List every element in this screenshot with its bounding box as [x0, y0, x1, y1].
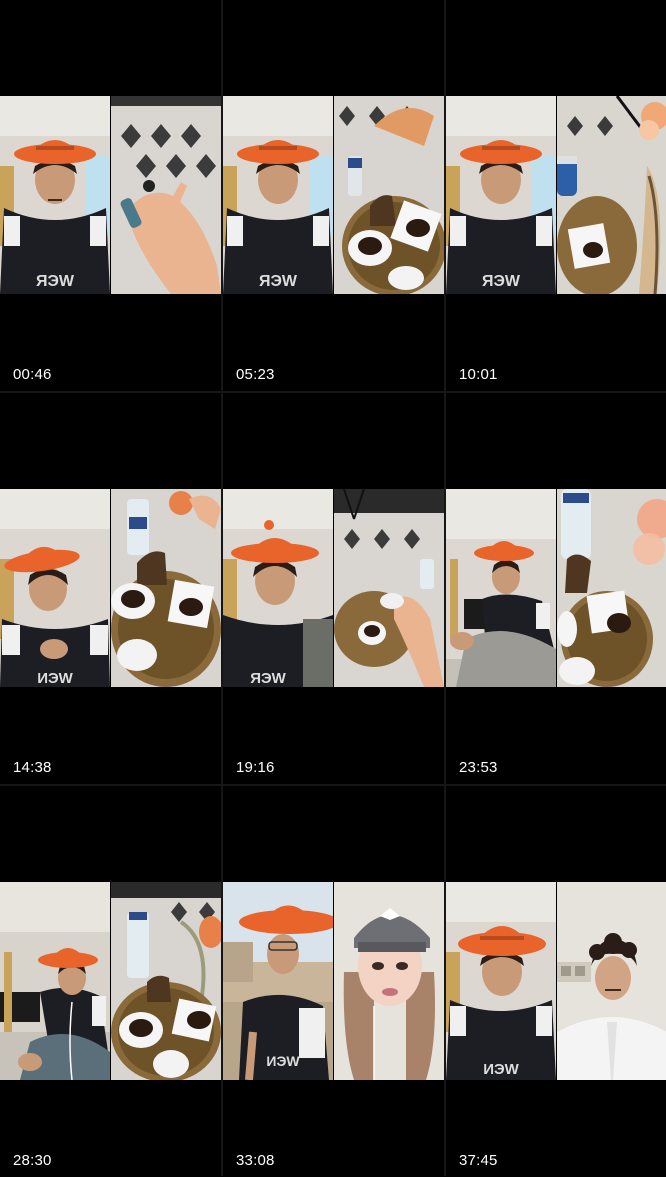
svg-text:ИЭW: ИЭW — [483, 1061, 519, 1078]
thumb-left-person: ЯЭW — [223, 489, 333, 687]
thumb-left-person: ЯЭW — [223, 96, 333, 294]
row-divider — [0, 784, 666, 786]
column-divider — [444, 0, 446, 1176]
video-cell-7[interactable]: 28:30 — [0, 786, 221, 1177]
thumb-left-person: ИЭW — [446, 882, 556, 1080]
row-divider — [0, 391, 666, 393]
thumb-left-person-sitting — [446, 489, 556, 687]
timestamp: 28:30 — [13, 1152, 52, 1169]
video-thumbnail: ЯЭW — [223, 489, 444, 687]
thumb-left-person: ИЭW — [0, 489, 110, 687]
thumb-right-tray-flowers — [557, 489, 666, 687]
thumb-right-tray — [111, 882, 221, 1080]
thumb-left-person-outdoors: ИЭW — [223, 882, 333, 1080]
thumb-left-person: ЯЭW — [0, 96, 110, 294]
video-thumbnail — [0, 882, 221, 1080]
thumb-right-man-white — [557, 882, 666, 1080]
video-thumbnail: ЯЭW — [223, 96, 444, 294]
video-cell-6[interactable]: 23:53 — [446, 393, 666, 784]
timestamp: 00:46 — [13, 366, 52, 383]
timestamp: 33:08 — [236, 1152, 275, 1169]
video-thumbnail: ЯЭW — [0, 96, 221, 294]
timestamp: 19:16 — [236, 759, 275, 776]
svg-text:ЯЭW: ЯЭW — [259, 273, 298, 290]
video-cell-5[interactable]: ЯЭW 19:16 — [223, 393, 444, 784]
thumb-right-tray-flowers — [557, 96, 666, 294]
video-cell-4[interactable]: ИЭW 14:38 — [0, 393, 221, 784]
svg-text:ЯЭW: ЯЭW — [36, 273, 75, 290]
svg-text:ИЭW: ИЭW — [266, 1053, 300, 1069]
video-thumbnail — [446, 489, 666, 687]
svg-text:ИЭW: ИЭW — [37, 670, 73, 687]
timestamp: 10:01 — [459, 366, 498, 383]
thumb-right-woman-cap — [334, 882, 444, 1080]
timestamp: 23:53 — [459, 759, 498, 776]
thumb-left-person-room — [0, 882, 110, 1080]
svg-text:ЯЭW: ЯЭW — [250, 670, 286, 687]
thumb-right-tray — [111, 489, 221, 687]
thumb-right-tray — [334, 96, 444, 294]
video-cell-1[interactable]: ЯЭW 00:46 — [0, 0, 221, 391]
timestamp: 37:45 — [459, 1152, 498, 1169]
svg-text:ЯЭW: ЯЭW — [482, 273, 521, 290]
video-thumbnail: ИЭW — [223, 882, 444, 1080]
video-cell-2[interactable]: ЯЭW 05:23 — [223, 0, 444, 391]
thumb-right-hand-cup — [334, 489, 444, 687]
video-thumbnail: ИЭW — [0, 489, 221, 687]
timestamp: 05:23 — [236, 366, 275, 383]
thumb-right-hand — [111, 96, 221, 294]
timestamp: 14:38 — [13, 759, 52, 776]
thumb-left-person: ЯЭW — [446, 96, 556, 294]
video-thumbnail-grid: ЯЭW 00:46 ЯЭW 05:23 ЯЭW 10:01 ИЭW 14:38 … — [0, 0, 666, 1177]
video-cell-3[interactable]: ЯЭW 10:01 — [446, 0, 666, 391]
video-cell-8[interactable]: ИЭW 33:08 — [223, 786, 444, 1177]
video-thumbnail: ЯЭW — [446, 96, 666, 294]
video-cell-9[interactable]: ИЭW 37:45 — [446, 786, 666, 1177]
column-divider — [221, 0, 223, 1176]
video-thumbnail: ИЭW — [446, 882, 666, 1080]
